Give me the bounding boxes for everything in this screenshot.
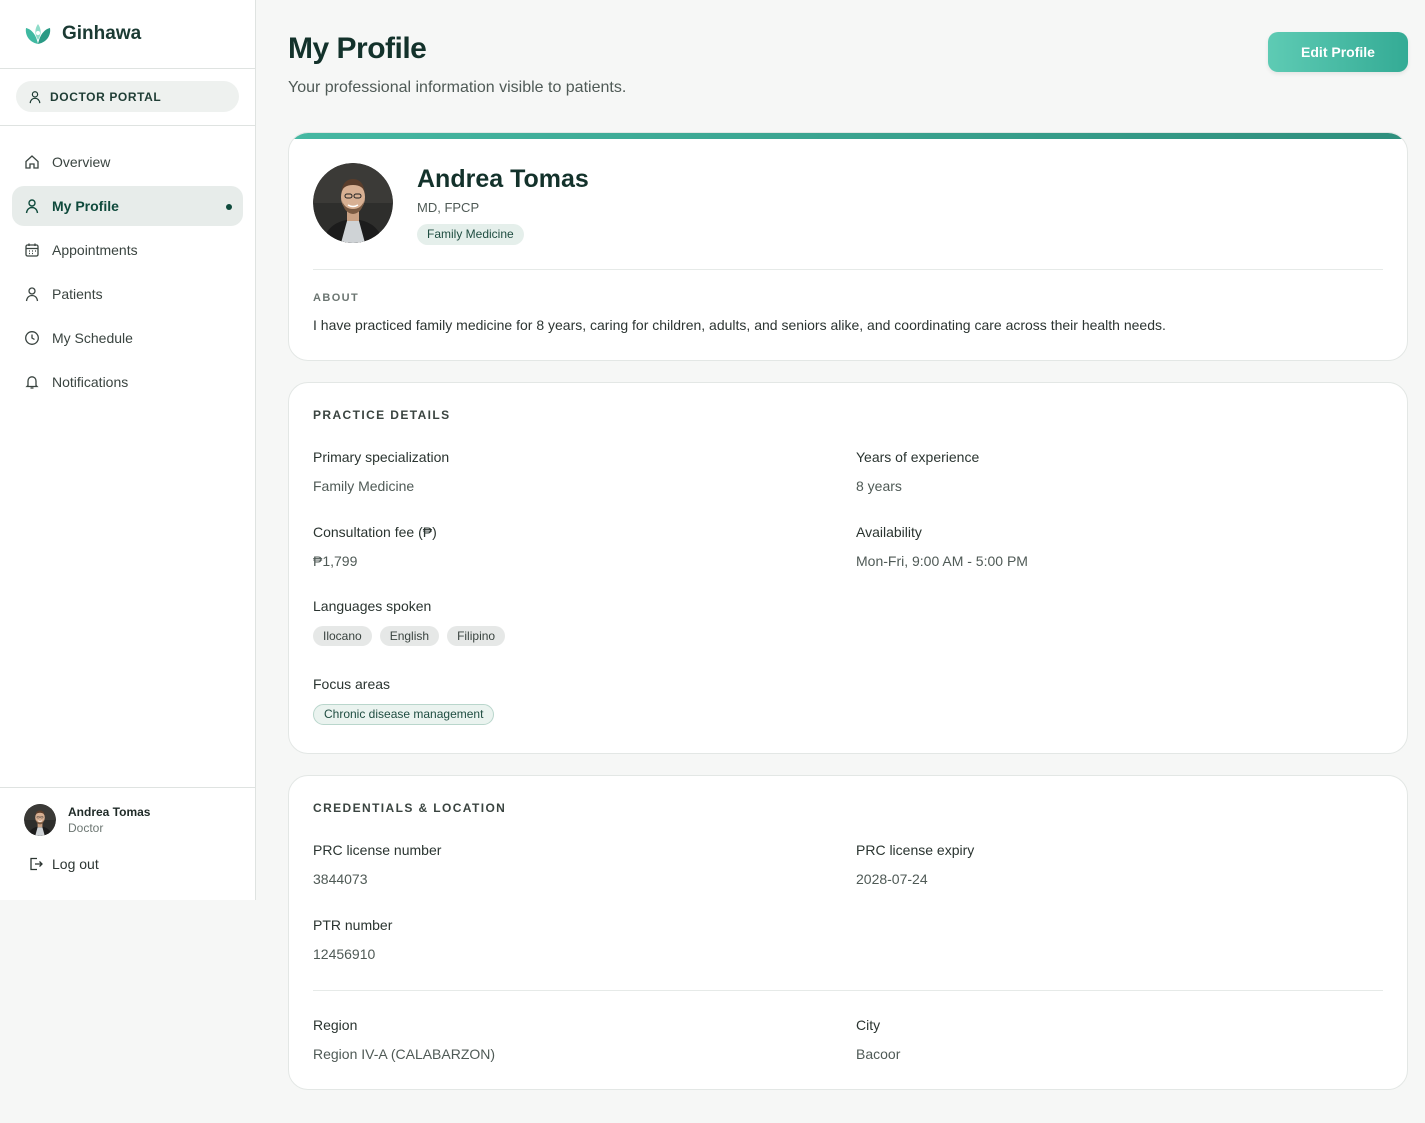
user-role: Doctor: [68, 821, 104, 835]
user-icon: [29, 90, 41, 103]
sidebar-item-label: My Schedule: [52, 330, 133, 346]
primary-specialization-value: Family Medicine: [313, 478, 415, 494]
edit-profile-button[interactable]: Edit Profile: [1268, 32, 1408, 72]
profile-card: Andrea Tomas MD, FPCP Family Medicine AB…: [288, 132, 1408, 361]
sidebar-footer: Andrea Tomas Doctor Log out: [0, 787, 255, 872]
doctor-credentials: MD, FPCP: [417, 200, 480, 215]
lotus-logo-icon: [25, 24, 51, 44]
ptr-number-value: 12456910: [313, 946, 376, 962]
card-accent-bar: [289, 133, 1407, 139]
focus-area-chip: Chronic disease management: [313, 704, 495, 725]
sidebar-item-my-profile[interactable]: My Profile: [12, 186, 243, 226]
language-chip: Ilocano: [313, 626, 372, 646]
prc-license-value: 3844073: [313, 871, 368, 887]
user-name: Andrea Tomas: [68, 805, 151, 819]
sidebar-nav: Overview My Profile Appointments Patient…: [0, 126, 255, 402]
logout-button[interactable]: Log out: [24, 856, 231, 872]
sidebar-item-label: Appointments: [52, 242, 138, 258]
app-name: Ginhawa: [62, 23, 142, 44]
brand[interactable]: Ginhawa: [0, 0, 255, 69]
sidebar-item-label: Patients: [52, 286, 103, 302]
portal-badge: DOCTOR PORTAL: [16, 81, 239, 112]
profile-avatar: [313, 163, 393, 243]
field-label: Primary specialization: [313, 449, 450, 465]
languages-list: Ilocano English Filipino: [313, 626, 506, 646]
years-experience-value: 8 years: [856, 478, 902, 494]
specialty-chip: Family Medicine: [417, 224, 524, 245]
credentials-card: CREDENTIALS & LOCATION PRC license numbe…: [288, 775, 1408, 1090]
field-label: Focus areas: [313, 676, 391, 692]
sidebar-item-label: Notifications: [52, 374, 129, 390]
sidebar-item-label: Overview: [52, 154, 111, 170]
focus-areas-list: Chronic disease management: [313, 704, 495, 725]
field-label: PTR number: [313, 917, 393, 933]
divider: [313, 269, 1383, 270]
about-text: I have practiced family medicine for 8 y…: [313, 317, 1166, 333]
consultation-fee-value: ₱1,799: [313, 553, 358, 569]
section-title: CREDENTIALS & LOCATION: [313, 801, 507, 815]
sidebar-item-label: My Profile: [52, 198, 119, 214]
city-value: Bacoor: [856, 1046, 901, 1062]
page-title: My Profile: [288, 32, 427, 65]
field-label: PRC license expiry: [856, 842, 975, 858]
bell-icon: [25, 376, 39, 389]
field-label: PRC license number: [313, 842, 442, 858]
sidebar-item-patients[interactable]: Patients: [12, 274, 243, 314]
sidebar-item-my-schedule[interactable]: My Schedule: [12, 318, 243, 358]
portal-label: DOCTOR PORTAL: [50, 89, 162, 104]
logout-label: Log out: [52, 856, 99, 872]
sidebar-item-overview[interactable]: Overview: [12, 142, 243, 182]
field-label: Languages spoken: [313, 598, 432, 614]
field-label: Years of experience: [856, 449, 980, 465]
user-icon: [25, 199, 39, 214]
doctor-name: Andrea Tomas: [417, 165, 589, 193]
region-value: Region IV-A (CALABARZON): [313, 1046, 496, 1062]
practice-details-card: PRACTICE DETAILS Primary specialization …: [288, 382, 1408, 754]
clock-icon: [25, 331, 39, 345]
prc-expiry-value: 2028-07-24: [856, 871, 928, 887]
page-subtitle: Your professional information visible to…: [288, 79, 627, 96]
availability-value: Mon-Fri, 9:00 AM - 5:00 PM: [856, 553, 1028, 569]
field-label: City: [856, 1017, 881, 1033]
sidebar-item-appointments[interactable]: Appointments: [12, 230, 243, 270]
current-user[interactable]: Andrea Tomas Doctor: [24, 804, 231, 836]
logout-icon: [30, 857, 43, 871]
avatar: [24, 804, 56, 836]
active-indicator-dot: [226, 204, 232, 210]
calendar-icon: [25, 243, 39, 257]
home-icon: [25, 155, 39, 169]
about-label: ABOUT: [313, 292, 360, 304]
section-title: PRACTICE DETAILS: [313, 408, 451, 422]
field-label: Consultation fee (₱): [313, 524, 437, 540]
field-label: Region: [313, 1017, 358, 1033]
language-chip: English: [379, 626, 440, 646]
divider: [313, 990, 1383, 991]
field-label: Availability: [856, 524, 922, 540]
sidebar: Ginhawa DOCTOR PORTAL Overview My Profil…: [0, 0, 256, 900]
language-chip: Filipino: [447, 626, 506, 646]
sidebar-item-notifications[interactable]: Notifications: [12, 362, 243, 402]
user-icon: [25, 287, 39, 302]
